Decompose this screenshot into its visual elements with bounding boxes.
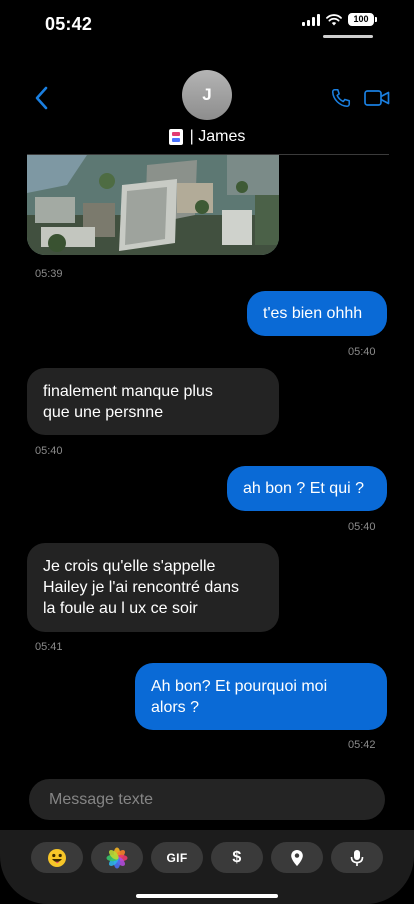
voice-message-button[interactable] — [331, 842, 383, 873]
message-timestamp: 05:39 — [35, 268, 63, 280]
battery-icon: 100 — [348, 13, 377, 26]
contact-emoji-icon — [168, 129, 183, 145]
message-timestamp: 05:40 — [35, 445, 63, 457]
message-bubble-outgoing[interactable]: ah bon ? Et qui ? — [227, 466, 387, 511]
message-text: t'es bien ohhh — [263, 305, 363, 322]
phone-screen: 05:42 100 J | James 05:39 t'es bien ohhh… — [0, 0, 414, 904]
photo-message[interactable] — [27, 155, 279, 255]
aerial-city-photo — [27, 155, 279, 255]
video-camera-icon — [364, 90, 390, 106]
phone-icon — [331, 88, 351, 108]
status-bar-line — [323, 35, 373, 38]
call-button[interactable] — [330, 87, 352, 109]
message-text: Ah bon? Et pourquoi moi alors ? — [151, 677, 328, 716]
location-button[interactable] — [271, 842, 323, 873]
status-icons: 100 — [302, 13, 377, 26]
video-call-button[interactable] — [364, 89, 390, 107]
message-bubble-outgoing[interactable]: t'es bien ohhh — [247, 291, 387, 336]
gif-button[interactable]: GIF — [151, 842, 203, 873]
contact-header[interactable]: | James — [0, 128, 414, 146]
message-input[interactable] — [47, 789, 371, 810]
back-button[interactable] — [30, 84, 54, 112]
home-indicator[interactable] — [136, 894, 278, 898]
message-composer[interactable] — [29, 779, 385, 820]
message-timestamp: 05:40 — [348, 346, 376, 358]
message-bubble-incoming[interactable]: finalement manque plus que une persnne — [27, 368, 279, 435]
dollar-icon: $ — [232, 848, 242, 866]
message-bubble-incoming[interactable]: Je crois qu'elle s'appelle Hailey je l'a… — [27, 543, 279, 632]
contact-avatar[interactable]: J — [182, 70, 232, 120]
message-text: finalement manque plus que une persnne — [43, 382, 213, 421]
gif-icon: GIF — [166, 850, 188, 865]
location-pin-icon — [291, 849, 303, 866]
message-text: ah bon ? Et qui ? — [243, 480, 364, 497]
cellular-signal-icon — [302, 13, 320, 26]
status-time: 05:42 — [45, 14, 93, 34]
payment-button[interactable]: $ — [211, 842, 263, 873]
microphone-icon — [350, 849, 364, 866]
message-text: Je crois qu'elle s'appelle Hailey je l'a… — [43, 558, 240, 617]
message-timestamp: 05:41 — [35, 641, 63, 653]
message-timestamp: 05:42 — [348, 739, 376, 751]
contact-name: | James — [189, 128, 246, 145]
photos-button[interactable] — [91, 842, 143, 873]
emoji-icon — [48, 848, 66, 867]
chevron-left-icon — [35, 86, 48, 110]
wifi-icon — [326, 13, 342, 25]
message-toolbar: GIF $ — [0, 830, 414, 904]
emoji-button[interactable] — [31, 842, 83, 873]
message-bubble-outgoing[interactable]: Ah bon? Et pourquoi moi alors ? — [135, 663, 387, 730]
photos-icon — [106, 847, 128, 868]
message-timestamp: 05:40 — [348, 521, 376, 533]
